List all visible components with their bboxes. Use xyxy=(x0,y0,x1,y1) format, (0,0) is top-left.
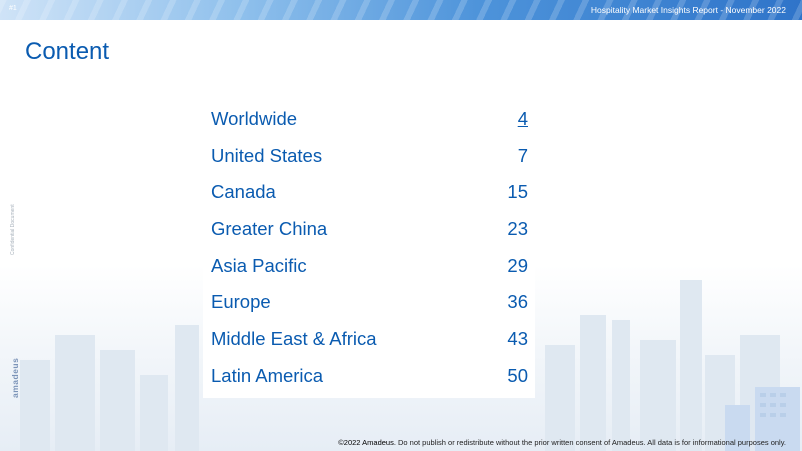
toc-page-number: 7 xyxy=(517,145,528,166)
toc-page-number: 15 xyxy=(507,181,528,202)
footer-text: Do not publish or redistribute without t… xyxy=(395,438,786,447)
report-title: Hospitality Market Insights Report - Nov… xyxy=(590,5,786,15)
toc-label: United States xyxy=(211,145,323,166)
toc-label: Worldwide xyxy=(211,108,298,129)
toc-page-number: 43 xyxy=(507,328,528,349)
amadeus-logo: amadeus xyxy=(10,357,20,398)
toc-label: Middle East & Africa xyxy=(211,328,377,349)
toc-item-asia-pacific[interactable]: Asia Pacific 29 xyxy=(211,255,528,279)
toc-label: Greater China xyxy=(211,218,328,239)
toc-item-europe[interactable]: Europe 36 xyxy=(211,291,528,315)
footer-copyright: ©2022 Amadeus. xyxy=(338,438,396,447)
slide: #1 Hospitality Market Insights Report - … xyxy=(0,0,802,451)
toc-label: Canada xyxy=(211,181,276,202)
toc-page-number: 36 xyxy=(507,291,528,312)
toc-item-middle-east-africa[interactable]: Middle East & Africa 43 xyxy=(211,328,528,352)
footer-disclaimer: ©2022 Amadeus. Do not publish or redistr… xyxy=(338,438,786,447)
page-number: #1 xyxy=(9,5,17,12)
toc-label: Europe xyxy=(211,291,271,312)
toc-label: Asia Pacific xyxy=(211,255,307,276)
header-banner: #1 Hospitality Market Insights Report - … xyxy=(0,0,802,20)
toc-panel xyxy=(203,98,535,398)
toc-item-canada[interactable]: Canada 15 xyxy=(211,181,528,205)
page-title: Content xyxy=(25,38,110,65)
toc-item-united-states[interactable]: United States 7 xyxy=(211,145,528,169)
toc-page-link[interactable]: 4 xyxy=(518,108,528,130)
toc-page-number: 29 xyxy=(507,255,528,276)
toc-label: Latin America xyxy=(211,365,324,386)
toc-item-greater-china[interactable]: Greater China 23 xyxy=(211,218,528,242)
toc-item-worldwide[interactable]: Worldwide 4 xyxy=(211,108,528,132)
toc-item-latin-america[interactable]: Latin America 50 xyxy=(211,365,528,389)
toc-page-number: 50 xyxy=(507,365,528,386)
confidential-label: Confidential Document xyxy=(10,204,16,255)
toc-page-number: 23 xyxy=(507,218,528,239)
